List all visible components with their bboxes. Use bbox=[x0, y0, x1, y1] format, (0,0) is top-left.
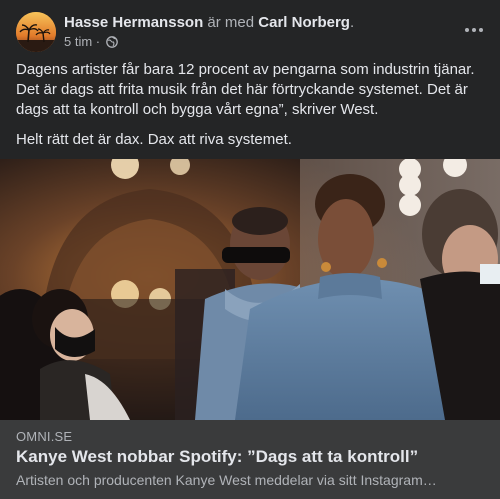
link-preview[interactable]: OMNI.SE Kanye West nobbar Spotify: ”Dags… bbox=[0, 420, 500, 499]
link-description: Artisten och producenten Kanye West medd… bbox=[16, 472, 437, 488]
post-paragraph: Helt rätt det är dax. Dax att riva syste… bbox=[16, 131, 292, 148]
meta-separator: · bbox=[95, 34, 101, 49]
post-meta: 5 tim · bbox=[64, 34, 118, 52]
globe-icon bbox=[105, 36, 118, 52]
with-text: är med bbox=[207, 14, 255, 31]
post-header: Hasse Hermansson är med Carl Norberg. 5 … bbox=[16, 12, 484, 52]
facebook-post: Hasse Hermansson är med Carl Norberg. 5 … bbox=[0, 0, 500, 499]
post-timestamp[interactable]: 5 tim bbox=[64, 34, 92, 49]
period-text: . bbox=[349, 14, 355, 31]
post-text: Dagens artister får bara 12 procent av p… bbox=[16, 60, 484, 160]
link-title[interactable]: Kanye West nobbar Spotify: ”Dags att ta … bbox=[16, 447, 418, 467]
avatar[interactable] bbox=[16, 12, 56, 52]
post-paragraph: Dagens artister får bara 12 procent av p… bbox=[16, 61, 475, 118]
tagged-name[interactable]: Carl Norberg bbox=[258, 14, 350, 31]
more-horizontal-icon bbox=[465, 28, 469, 32]
link-domain: OMNI.SE bbox=[16, 429, 73, 444]
author-name[interactable]: Hasse Hermansson bbox=[64, 14, 203, 31]
link-preview-image[interactable] bbox=[0, 159, 500, 420]
author-line: Hasse Hermansson är med Carl Norberg. bbox=[64, 13, 354, 33]
more-options-button[interactable] bbox=[458, 16, 490, 44]
